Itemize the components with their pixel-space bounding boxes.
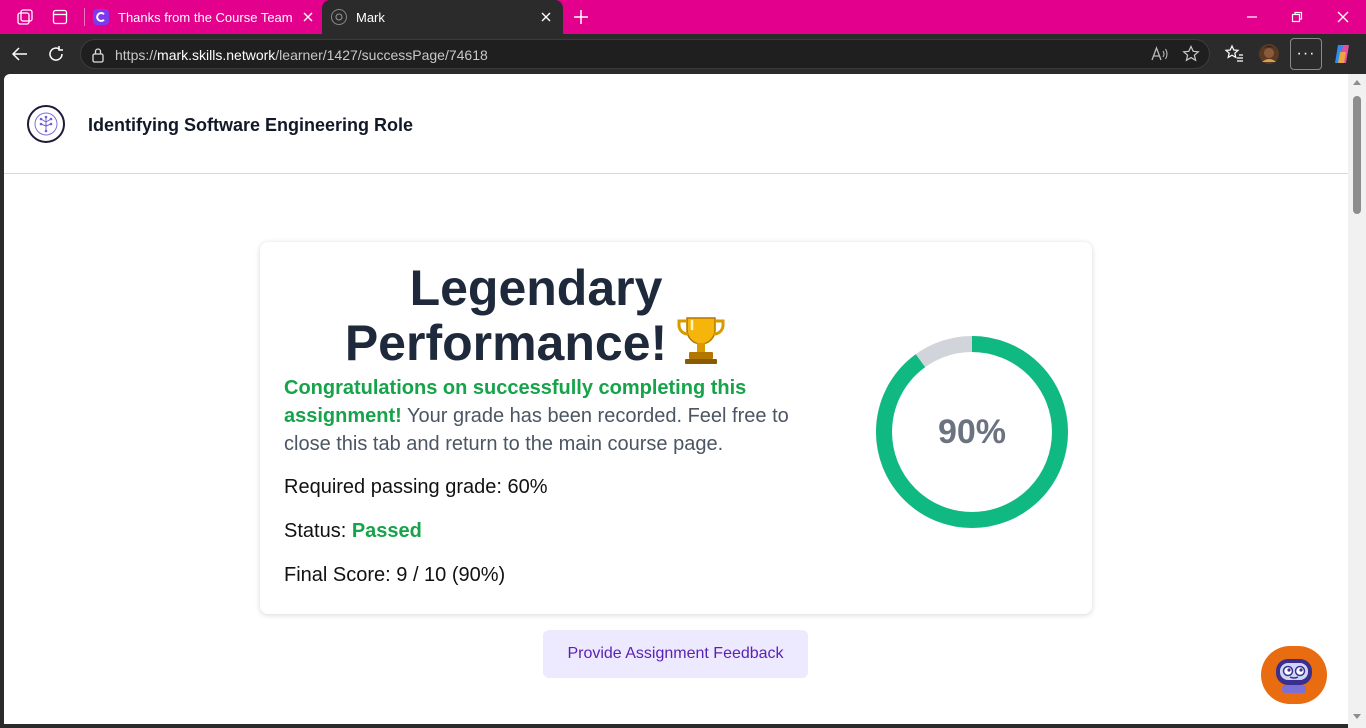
new-tab-icon[interactable] — [570, 6, 592, 28]
minimize-icon[interactable] — [1240, 5, 1264, 29]
page-viewport: Identifying Software Engineering Role Le… — [4, 74, 1348, 724]
mark-logo-icon[interactable] — [27, 105, 65, 143]
tab-title: Mark — [356, 9, 385, 25]
settings-more-button[interactable]: ··· — [1290, 38, 1322, 70]
result-headline: Legendary Performance! — [260, 260, 812, 373]
status-line: Status: Passed — [284, 520, 422, 543]
back-icon[interactable] — [8, 42, 32, 66]
scroll-thumb[interactable] — [1353, 96, 1361, 214]
favorites-icon[interactable] — [1222, 42, 1246, 66]
final-score: Final Score: 9 / 10 (90%) — [284, 564, 506, 586]
close-window-icon[interactable] — [1331, 5, 1355, 29]
congrats-message: Congratulations on successfully completi… — [284, 374, 814, 458]
refresh-icon[interactable] — [44, 42, 68, 66]
close-tab-icon[interactable] — [538, 9, 554, 25]
address-bar[interactable]: https://mark.skills.network/learner/1427… — [80, 39, 1210, 69]
tab-mark[interactable]: Mark — [322, 0, 563, 34]
close-tab-icon[interactable] — [300, 9, 316, 25]
result-card: Legendary Performance! Congratulations o… — [260, 242, 1092, 614]
restore-icon[interactable] — [1285, 5, 1309, 29]
profile-avatar[interactable] — [1257, 42, 1281, 66]
tab-title: Thanks from the Course Team | Co — [118, 9, 296, 25]
course-title: Identifying Software Engineering Role — [88, 115, 414, 135]
scroll-down-arrow-icon[interactable] — [1353, 714, 1361, 719]
scroll-up-arrow-icon[interactable] — [1353, 80, 1361, 85]
page-scrollbar[interactable] — [1348, 74, 1366, 728]
trophy-icon — [675, 312, 727, 373]
copilot-icon[interactable] — [1330, 42, 1354, 66]
tab-strip: Thanks from the Course Team | Co Mark — [0, 0, 1366, 34]
headline-line-1: Legendary — [409, 260, 663, 316]
tab-actions-icon[interactable] — [48, 5, 72, 29]
browser-toolbar: https://mark.skills.network/learner/1427… — [0, 34, 1366, 74]
score-ring: 90% — [872, 332, 1072, 532]
coursera-favicon-icon — [93, 9, 109, 25]
provide-feedback-button[interactable]: Provide Assignment Feedback — [543, 630, 808, 678]
tab-course-team[interactable]: Thanks from the Course Team | Co — [84, 0, 322, 34]
status-label: Status: — [284, 520, 347, 542]
site-header: Identifying Software Engineering Role — [4, 74, 1348, 174]
passing-grade: Required passing grade: 60% — [284, 476, 548, 498]
favorite-star-icon[interactable] — [1182, 45, 1200, 68]
mark-favicon-icon — [331, 9, 347, 25]
read-aloud-icon[interactable] — [1151, 46, 1169, 67]
status-value: Passed — [351, 520, 422, 542]
workspaces-icon[interactable] — [13, 5, 37, 29]
headline-line-2: Performance! — [344, 315, 668, 371]
url-text: https://mark.skills.network/learner/1427… — [115, 47, 488, 63]
lock-icon[interactable] — [91, 47, 105, 68]
chatbot-assistant-icon[interactable] — [1261, 646, 1327, 704]
score-percent: 90% — [937, 412, 1007, 451]
